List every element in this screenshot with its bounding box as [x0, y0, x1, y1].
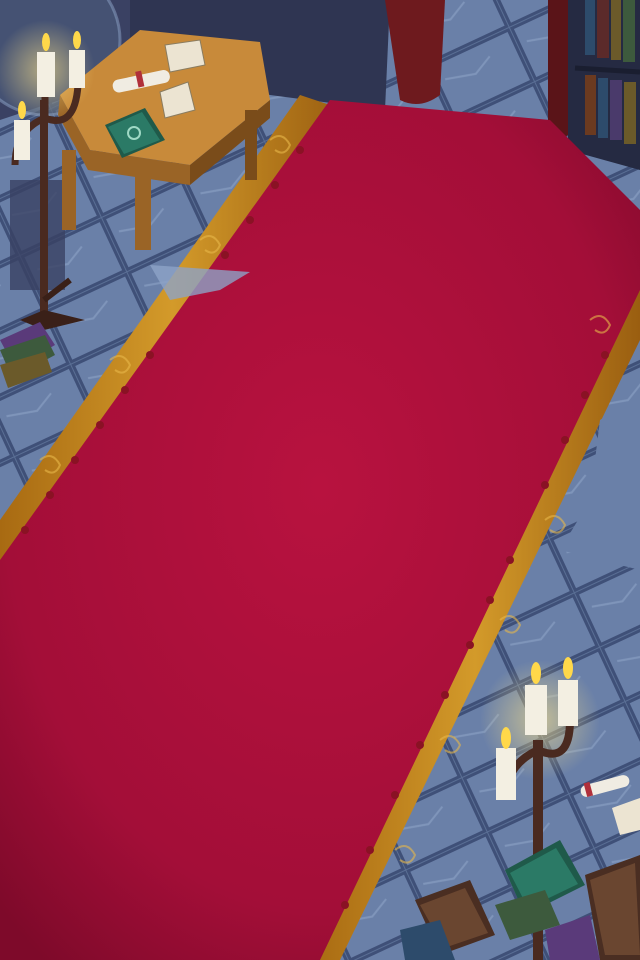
- bookshelf: [568, 0, 640, 170]
- scene-canvas: [0, 0, 640, 960]
- game-scene: [0, 0, 640, 960]
